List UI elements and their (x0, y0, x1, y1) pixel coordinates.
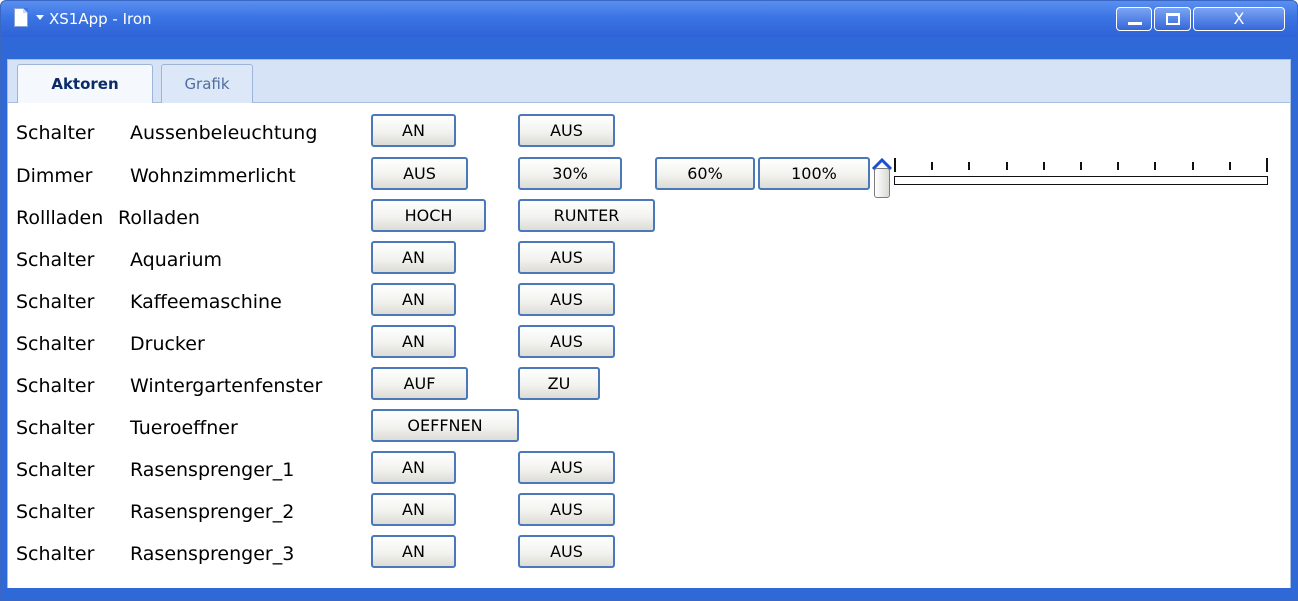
rasensprenger2-aus-button[interactable]: AUS (518, 493, 615, 526)
drucker-an-button[interactable]: AN (371, 325, 456, 358)
rasensprenger3-aus-button[interactable]: AUS (518, 535, 615, 568)
slider-tick (1192, 162, 1194, 170)
close-icon: X (1233, 9, 1245, 28)
wohnzimmerlicht-60-button[interactable]: 60% (655, 157, 755, 190)
row-type-label: Rollladen (16, 207, 104, 229)
rasensprenger2-an-button[interactable]: AN (371, 493, 456, 526)
row-type-label: Schalter (16, 459, 95, 481)
slider-tick (1006, 162, 1008, 170)
row-device-name: Wohnzimmerlicht (130, 165, 296, 187)
slider-tick (968, 162, 970, 170)
slider-tick (1080, 162, 1082, 170)
drucker-aus-button[interactable]: AUS (518, 325, 615, 358)
row-device-name: Kaffeemaschine (130, 291, 282, 313)
slider-tick (1266, 158, 1268, 172)
window-title: XS1App - Iron (49, 10, 152, 28)
row-type-label: Schalter (16, 333, 95, 355)
row-type-label: Schalter (16, 501, 95, 523)
wohnzimmerlicht-aus-button[interactable]: AUS (371, 157, 468, 190)
slider-thumb-icon[interactable] (874, 168, 890, 198)
slider-tick (1154, 162, 1156, 170)
aussenbeleuchtung-an-button[interactable]: AN (371, 114, 456, 147)
title-bar[interactable]: XS1App - Iron X (1, 1, 1297, 37)
row-device-name: Rasensprenger_3 (130, 543, 295, 565)
close-button[interactable]: X (1193, 7, 1285, 31)
kaffeemaschine-aus-button[interactable]: AUS (518, 283, 615, 316)
row-type-label: Schalter (16, 122, 95, 144)
aquarium-aus-button[interactable]: AUS (518, 241, 615, 274)
wintergartenfenster-zu-button[interactable]: ZU (518, 367, 600, 400)
maximize-button[interactable] (1154, 7, 1191, 31)
row-device-name: Rasensprenger_2 (130, 501, 295, 523)
maximize-icon (1166, 13, 1180, 25)
row-device-name: Aquarium (130, 249, 223, 271)
row-type-label: Schalter (16, 417, 95, 439)
row-type-label: Schalter (16, 543, 95, 565)
row-device-name: Drucker (130, 333, 205, 355)
rasensprenger3-an-button[interactable]: AN (371, 535, 456, 568)
rolladen-runter-button[interactable]: RUNTER (518, 199, 655, 232)
document-icon[interactable] (14, 8, 28, 27)
rolladen-hoch-button[interactable]: HOCH (371, 199, 486, 232)
rasensprenger1-an-button[interactable]: AN (371, 451, 456, 484)
tab-grafik[interactable]: Grafik (161, 64, 253, 104)
dimmer-slider[interactable] (871, 156, 1276, 198)
minimize-button[interactable] (1116, 7, 1152, 31)
wohnzimmerlicht-100-button[interactable]: 100% (758, 157, 870, 190)
slider-track[interactable] (894, 176, 1268, 185)
aquarium-an-button[interactable]: AN (371, 241, 456, 274)
row-device-name: Wintergartenfenster (130, 375, 323, 397)
aussenbeleuchtung-aus-button[interactable]: AUS (518, 114, 615, 147)
slider-tick (1117, 162, 1119, 170)
tab-bar: Aktoren Grafik (7, 59, 1291, 104)
slider-tick (894, 158, 896, 172)
window-bottom-border (1, 591, 1297, 600)
slider-tick (1229, 162, 1231, 170)
row-device-name: Tueroeffner (130, 417, 238, 439)
row-type-label: Schalter (16, 375, 95, 397)
slider-tick (1043, 162, 1045, 170)
row-type-label: Schalter (16, 249, 95, 271)
row-type-label: Schalter (16, 291, 95, 313)
tab-aktoren[interactable]: Aktoren (17, 64, 153, 104)
minimize-icon (1128, 22, 1142, 25)
row-device-name: Aussenbeleuchtung (130, 122, 318, 144)
tueroeffner-oeffnen-button[interactable]: OEFFNEN (371, 409, 519, 442)
row-device-name: Rasensprenger_1 (130, 459, 295, 481)
row-type-label: Dimmer (16, 165, 93, 187)
rasensprenger1-aus-button[interactable]: AUS (518, 451, 615, 484)
wintergartenfenster-auf-button[interactable]: AUF (371, 367, 468, 400)
dropdown-caret-icon[interactable] (36, 15, 44, 20)
wohnzimmerlicht-30-button[interactable]: 30% (518, 157, 622, 190)
kaffeemaschine-an-button[interactable]: AN (371, 283, 456, 316)
slider-tick (931, 162, 933, 170)
row-device-name: Rolladen (118, 207, 200, 229)
